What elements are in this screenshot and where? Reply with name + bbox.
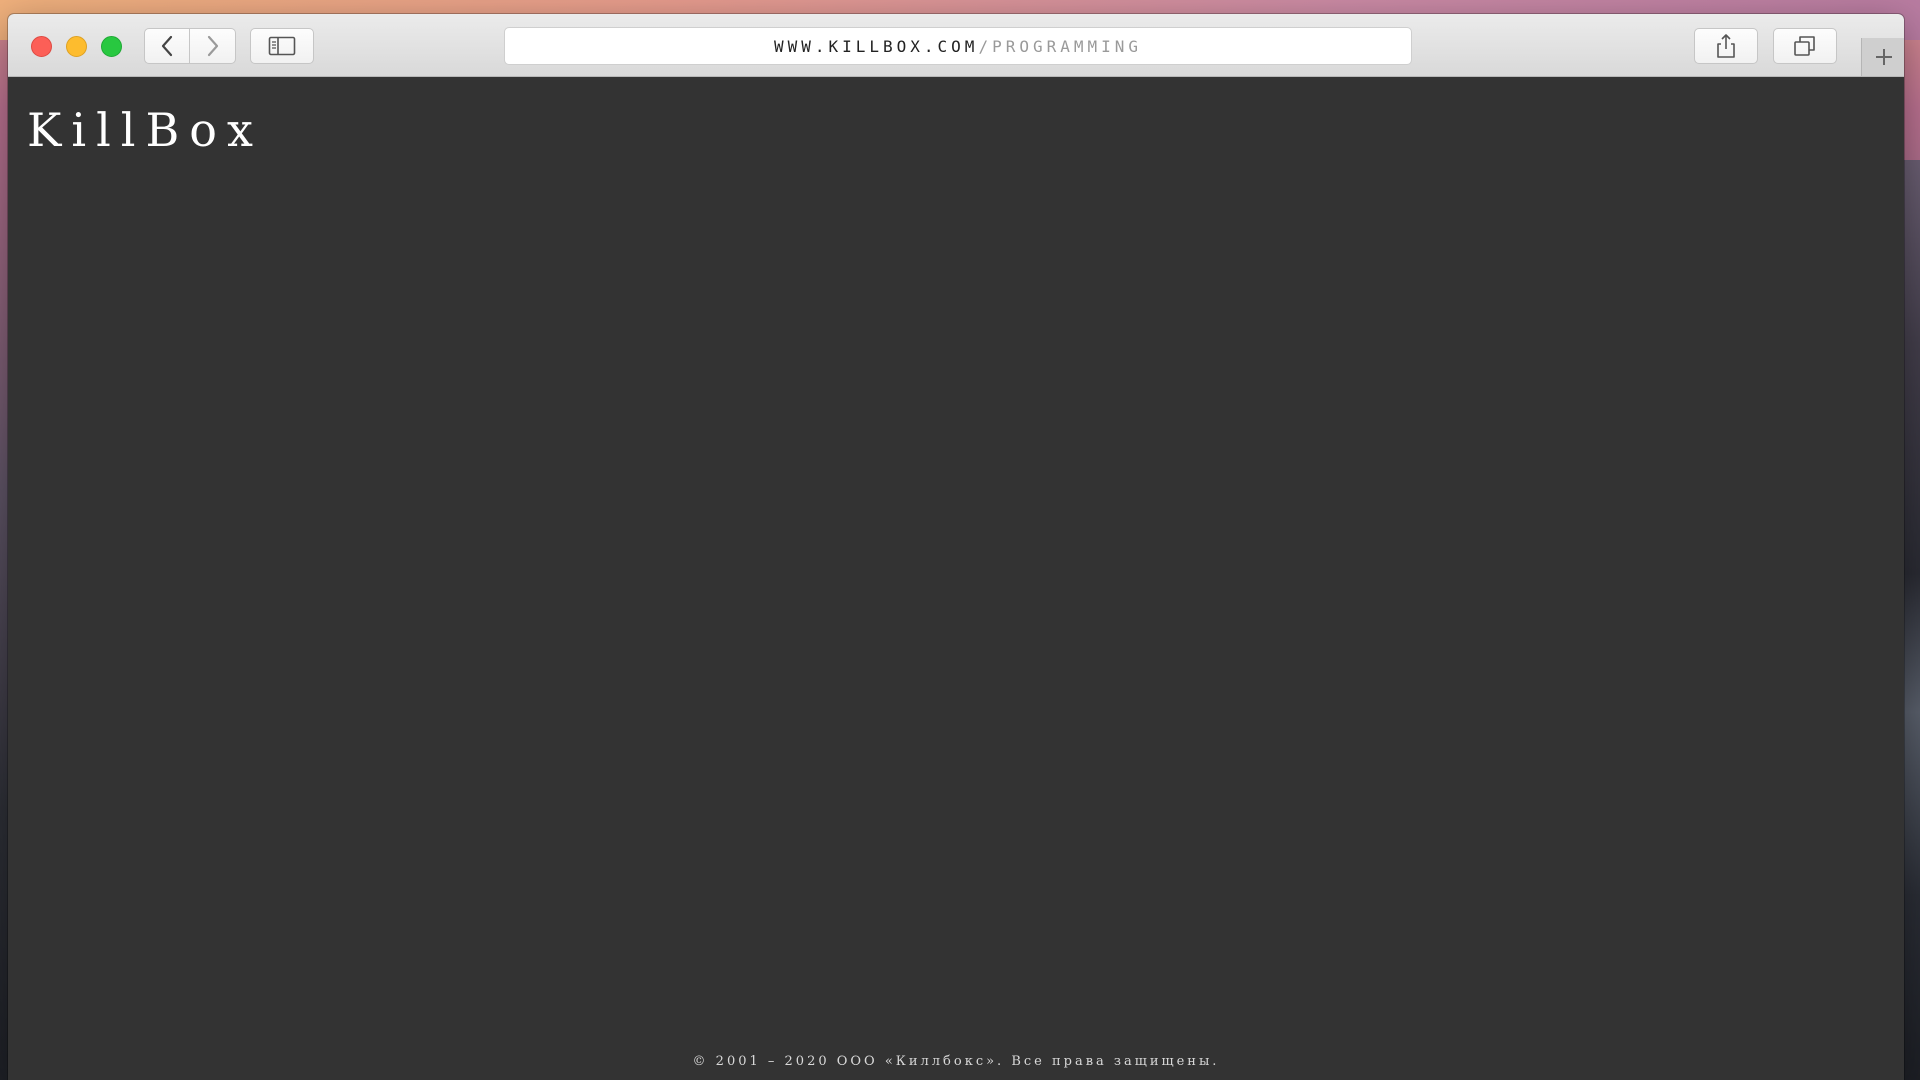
sidebar-icon bbox=[268, 36, 296, 56]
page-content: KillBox © 2001 – 2020 ООО «Киллбокс». Вс… bbox=[8, 77, 1904, 1080]
url-path: PROGRAMMING bbox=[992, 36, 1143, 56]
chevron-right-icon bbox=[207, 35, 218, 57]
share-button[interactable] bbox=[1694, 28, 1758, 64]
window-close-button[interactable] bbox=[31, 36, 52, 57]
plus-icon bbox=[1875, 49, 1892, 65]
tabs-overview-button[interactable] bbox=[1773, 28, 1837, 64]
share-icon bbox=[1717, 34, 1735, 58]
browser-window: WWW.KILLBOX.COM / PROGRAMMING KillBox © 20… bbox=[8, 14, 1904, 1080]
sidebar-toggle-button[interactable] bbox=[250, 28, 314, 64]
forward-button[interactable] bbox=[190, 28, 236, 64]
url-domain: WWW.KILLBOX.COM bbox=[773, 36, 979, 56]
window-minimize-button[interactable] bbox=[66, 36, 87, 57]
tabs-overview-icon bbox=[1794, 36, 1815, 56]
back-button[interactable] bbox=[144, 28, 190, 64]
site-logo[interactable]: KillBox bbox=[27, 107, 263, 153]
window-zoom-button[interactable] bbox=[101, 36, 122, 57]
chevron-left-icon bbox=[161, 35, 173, 57]
address-bar[interactable]: WWW.KILLBOX.COM / PROGRAMMING bbox=[504, 27, 1412, 65]
footer-copyright: © 2001 – 2020 ООО «Киллбокс». Все права … bbox=[692, 1054, 1220, 1069]
url-separator: / bbox=[978, 36, 993, 56]
browser-toolbar: WWW.KILLBOX.COM / PROGRAMMING bbox=[8, 14, 1904, 77]
new-tab-button[interactable] bbox=[1861, 38, 1904, 76]
